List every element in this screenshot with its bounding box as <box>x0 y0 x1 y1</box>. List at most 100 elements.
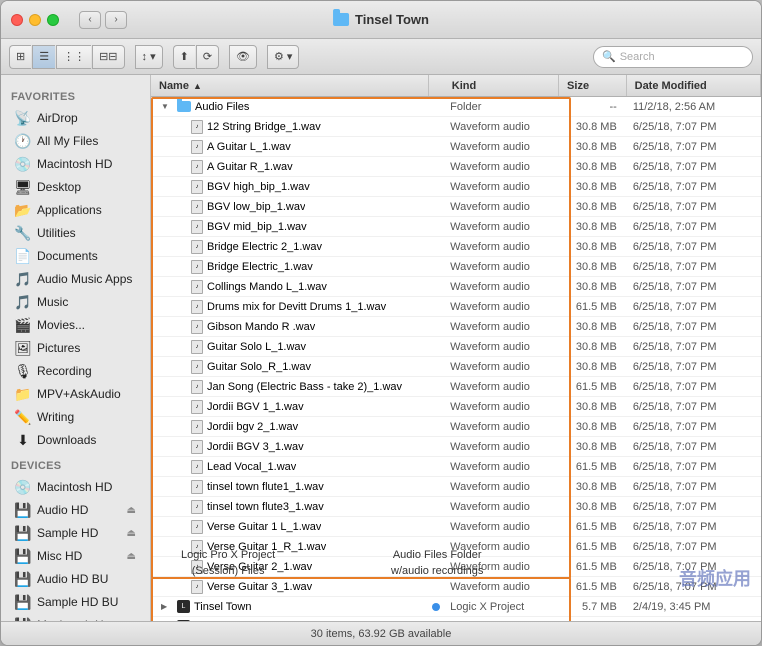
preview-button[interactable]: 👁 <box>229 45 257 69</box>
sidebar-item-audio-hd[interactable]: 💾 Audio HD ⏏ <box>5 499 146 521</box>
table-row[interactable]: ♪A Guitar R_1.wavWaveform audio30.8 MB6/… <box>151 157 761 177</box>
icon-view-button[interactable]: ⊞ <box>9 45 31 69</box>
sidebar-item-movies[interactable]: 🎬 Movies... <box>5 314 146 336</box>
file-name-text: tinsel town flute1_1.wav <box>207 481 324 493</box>
table-row[interactable]: ♪Lead Vocal_1.wavWaveform audio61.5 MB6/… <box>151 457 761 477</box>
table-row[interactable]: ♪Drums mix for Devitt Drums 1_1.wavWavef… <box>151 297 761 317</box>
favorites-header: Favorites <box>1 83 150 106</box>
sort-button[interactable]: ↕ ▾ <box>135 45 163 69</box>
table-row[interactable]: ♪BGV high_bip_1.wavWaveform audio30.8 MB… <box>151 177 761 197</box>
tags-button[interactable]: ⟳ <box>196 45 219 69</box>
table-row[interactable]: ♪Gibson Mando R .wavWaveform audio30.8 M… <box>151 317 761 337</box>
drive-icon: 💿 <box>15 156 31 172</box>
table-row[interactable]: ♪Verse Guitar 3_1.wavWaveform audio61.5 … <box>151 577 761 597</box>
table-row[interactable]: ♪Bridge Electric_1.wavWaveform audio30.8… <box>151 257 761 277</box>
table-row[interactable]: ♪Jordii BGV 3_1.wavWaveform audio30.8 MB… <box>151 437 761 457</box>
file-size-cell: 30.8 MB <box>559 337 627 356</box>
audio-file-icon: ♪ <box>191 580 203 594</box>
audio-file-icon: ♪ <box>191 460 203 474</box>
maximize-button[interactable] <box>47 14 59 26</box>
sidebar-item-pictures[interactable]: 🖼 Pictures <box>5 337 146 359</box>
file-dot-cell <box>428 457 444 476</box>
file-size-cell: 30.8 MB <box>559 257 627 276</box>
list-view-button[interactable]: ☰ <box>32 45 55 69</box>
column-headers: Name ▲ Kind Size Date Modified <box>151 75 761 97</box>
table-row[interactable]: ♪BGV low_bip_1.wavWaveform audio30.8 MB6… <box>151 197 761 217</box>
table-row[interactable]: ♪Verse Guitar 2_1.wavWaveform audio61.5 … <box>151 557 761 577</box>
file-date-cell: 6/25/18, 7:07 PM <box>627 357 761 376</box>
pictures-icon: 🖼 <box>15 340 31 356</box>
sidebar-item-desktop[interactable]: 🖥 Desktop <box>5 176 146 198</box>
table-row[interactable]: ♪A Guitar L_1.wavWaveform audio30.8 MB6/… <box>151 137 761 157</box>
file-date-cell: 11/2/18, 2:56 AM <box>627 97 761 116</box>
close-button[interactable] <box>11 14 23 26</box>
table-row[interactable]: ♪Verse Guitar 1_R_1.wavWaveform audio61.… <box>151 537 761 557</box>
sidebar-item-mac-hd[interactable]: 💿 Macintosh HD <box>5 476 146 498</box>
column-view-button[interactable]: ⋮⋮ <box>56 45 91 69</box>
file-name-text: Guitar Solo_R_1.wav <box>207 361 311 373</box>
table-row[interactable]: ♪Jordii bgv 2_1.wavWaveform audio30.8 MB… <box>151 417 761 437</box>
file-dot-cell <box>428 537 444 556</box>
file-size-cell: 30.8 MB <box>559 237 627 256</box>
table-row[interactable]: ♪Jan Song (Electric Bass - take 2)_1.wav… <box>151 377 761 397</box>
sidebar-item-audio-music[interactable]: 🎵 Audio Music Apps <box>5 268 146 290</box>
sidebar-item-downloads[interactable]: ⬇ Downloads <box>5 429 146 451</box>
table-row[interactable]: ♪Guitar Solo L_1.wavWaveform audio30.8 M… <box>151 337 761 357</box>
forward-button[interactable]: › <box>105 11 127 29</box>
downloads-icon: ⬇ <box>15 432 31 448</box>
status-dot <box>432 603 440 611</box>
file-size-cell: 30.8 MB <box>559 477 627 496</box>
back-button[interactable]: ‹ <box>79 11 101 29</box>
audio-file-icon: ♪ <box>191 400 203 414</box>
file-name-text: Tinsel Town <box>194 601 251 613</box>
expand-arrow-icon: ▼ <box>161 102 171 111</box>
file-kind-cell: Waveform audio <box>444 557 559 576</box>
table-row[interactable]: ♪tinsel town flute3_1.wavWaveform audio3… <box>151 497 761 517</box>
cover-flow-button[interactable]: ⊟⊟ <box>92 45 124 69</box>
table-row[interactable]: ♪12 String Bridge_1.wavWaveform audio30.… <box>151 117 761 137</box>
date-column-header[interactable]: Date Modified <box>627 75 761 96</box>
file-size-cell: 2.8 MB <box>559 617 627 621</box>
sidebar-item-all-files[interactable]: 🕐 All My Files <box>5 130 146 152</box>
file-kind-cell: Waveform audio <box>444 317 559 336</box>
table-row[interactable]: ▶LTinsel TownLogic X Project5.7 MB2/4/19… <box>151 597 761 617</box>
share-button[interactable]: ⬆ <box>173 45 195 69</box>
file-dot-cell <box>428 477 444 496</box>
sidebar-item-utilities[interactable]: 🔧 Utilities <box>5 222 146 244</box>
sidebar-item-airdrop[interactable]: 📡 AirDrop <box>5 107 146 129</box>
file-dot-cell <box>428 297 444 316</box>
minimize-button[interactable] <box>29 14 41 26</box>
sidebar-item-writing[interactable]: ✏️ Writing <box>5 406 146 428</box>
name-column-header[interactable]: Name ▲ <box>151 75 429 96</box>
sidebar-item-music[interactable]: 🎵 Music <box>5 291 146 313</box>
table-row[interactable]: ♪Bridge Electric 2_1.wavWaveform audio30… <box>151 237 761 257</box>
file-date-cell: 6/25/18, 7:07 PM <box>627 297 761 316</box>
sidebar-item-mpv[interactable]: 📁 MPV+AskAudio <box>5 383 146 405</box>
sidebar-item-documents[interactable]: 📄 Documents <box>5 245 146 267</box>
file-date-cell: 6/25/18, 7:07 PM <box>627 217 761 236</box>
table-row[interactable]: ♪Jordii BGV 1_1.wavWaveform audio30.8 MB… <box>151 397 761 417</box>
table-row[interactable]: ▶LTinsel Town (VocUp)Logic X Project2.8 … <box>151 617 761 621</box>
table-row[interactable]: ▼Audio FilesFolder--11/2/18, 2:56 AM <box>151 97 761 117</box>
sidebar-item-applications[interactable]: 📂 Applications <box>5 199 146 221</box>
kind-column-header[interactable]: Kind <box>444 75 559 96</box>
file-dot-cell <box>428 497 444 516</box>
size-column-header[interactable]: Size <box>559 75 627 96</box>
sidebar-item-misc-hd[interactable]: 💾 Misc HD ⏏ <box>5 545 146 567</box>
table-row[interactable]: ♪tinsel town flute1_1.wavWaveform audio3… <box>151 477 761 497</box>
sidebar-item-mac-hd-bu[interactable]: 💾 Macintosh HD BU ⏏ <box>5 614 146 621</box>
gear-button[interactable]: ⚙ ▾ <box>267 45 299 69</box>
file-name-text: A Guitar R_1.wav <box>207 161 293 173</box>
table-row[interactable]: ♪Guitar Solo_R_1.wavWaveform audio30.8 M… <box>151 357 761 377</box>
table-row[interactable]: ♪Verse Guitar 1 L_1.wavWaveform audio61.… <box>151 517 761 537</box>
file-dot-cell <box>428 157 444 176</box>
sidebar-item-sample-hd-bu[interactable]: 💾 Sample HD BU <box>5 591 146 613</box>
sidebar-item-recording[interactable]: 🎙 Recording <box>5 360 146 382</box>
table-row[interactable]: ♪Collings Mando L_1.wavWaveform audio30.… <box>151 277 761 297</box>
search-bar[interactable]: 🔍 Search <box>593 46 753 68</box>
sidebar-item-audio-hd-bu[interactable]: 💾 Audio HD BU <box>5 568 146 590</box>
sidebar-item-sample-hd[interactable]: 💾 Sample HD ⏏ <box>5 522 146 544</box>
sidebar-item-macintosh-hd[interactable]: 💿 Macintosh HD <box>5 153 146 175</box>
sort-arrow-icon: ▲ <box>193 81 202 91</box>
table-row[interactable]: ♪BGV mid_bip_1.wavWaveform audio30.8 MB6… <box>151 217 761 237</box>
